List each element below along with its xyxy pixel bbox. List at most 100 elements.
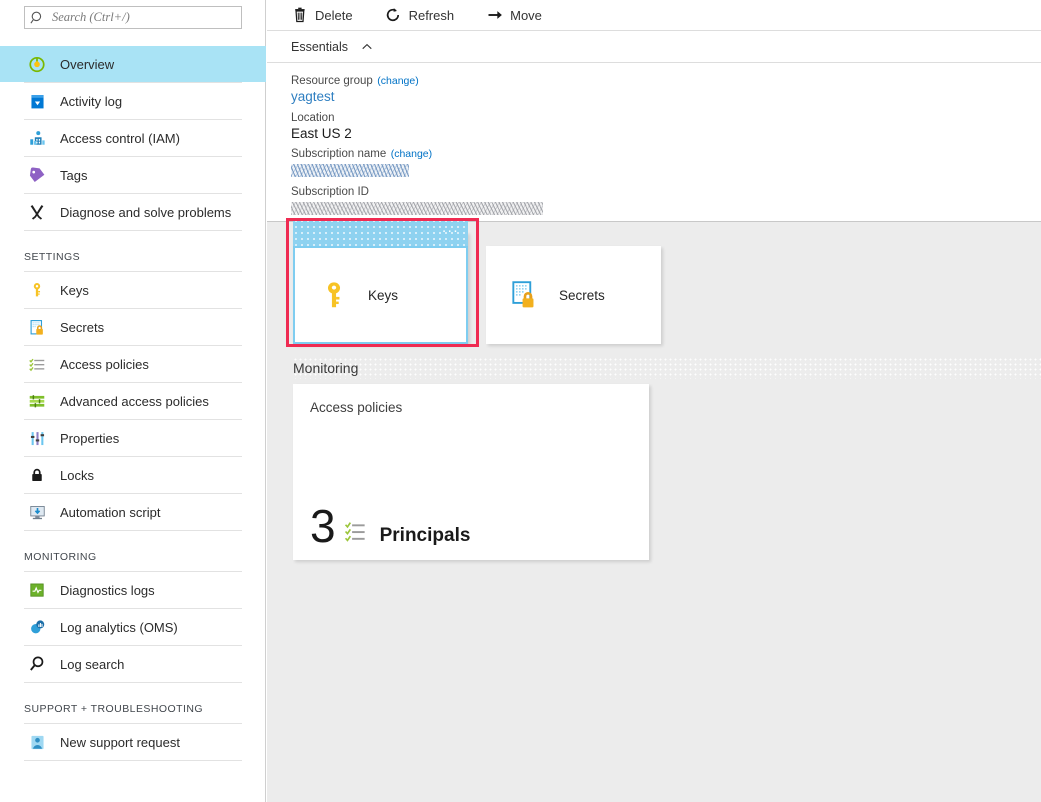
essentials-field-subscription-id: Subscription ID [291,183,1041,215]
divider [24,760,242,761]
secret-icon [26,316,48,338]
essentials-toggle[interactable]: Essentials [267,31,1041,63]
sidebar-item-tags[interactable]: Tags [0,157,266,193]
sidebar-item-label: New support request [60,735,180,750]
delete-label: Delete [315,8,353,23]
checklist-icon [344,517,372,545]
sidebar-item-automation-script[interactable]: Automation script [0,494,266,530]
tile-keys-label: Keys [368,288,398,303]
tile-access-policies[interactable]: Access policies 3 [293,384,649,560]
sidebar-item-label: Access policies [60,357,149,372]
sidebar-item-label: Advanced access policies [60,394,209,409]
refresh-label: Refresh [409,8,455,23]
sidebar-item-label: Activity log [60,94,122,109]
search-input-wrapper[interactable]: Search (Ctrl+/) [24,6,242,29]
sidebar-item-label: Properties [60,431,119,446]
sidebar-item-log-search[interactable]: Log search [0,646,266,682]
sidebar-item-locks[interactable]: Locks [0,457,266,493]
dashboard-canvas: ... Keys [267,222,1041,802]
blade-content: Delete Refresh Move [267,0,1041,802]
tile-row: ... Keys [293,232,661,344]
azure-portal-blade: Search (Ctrl+/) Overview [0,0,1041,802]
sidebar-nav: Overview Activity log [0,46,266,761]
sidebar-item-diagnose[interactable]: Diagnose and solve problems [0,194,266,230]
sidebar-item-label: Log analytics (OMS) [60,620,178,635]
tile-secrets-body[interactable]: Secrets [486,246,661,344]
refresh-button[interactable]: Refresh [385,0,469,30]
access-policies-icon [26,353,48,375]
sidebar-group-support: SUPPORT + TROUBLESHOOTING [0,683,266,723]
tile-keys-header: ... [293,218,468,246]
sidebar-item-label: Tags [60,168,87,183]
field-key: Resource group [291,75,373,87]
sidebar-item-overview[interactable]: Overview [0,46,266,82]
tile-access-policies-metric: 3 [310,507,470,546]
trash-icon [291,7,308,24]
arrow-right-icon [486,7,503,24]
sidebar-item-access-policies[interactable]: Access policies [0,346,266,382]
sidebar-item-label: Log search [60,657,124,672]
tile-keys[interactable]: ... Keys [293,232,468,344]
location-value: East US 2 [291,127,1041,141]
essentials-label: Essentials [291,40,348,54]
field-key: Subscription ID [291,186,369,198]
section-header-monitoring: Monitoring [293,357,1041,379]
sidebar-item-activity-log[interactable]: Activity log [0,83,266,119]
tile-context-menu-icon[interactable]: ... [442,218,468,232]
tile-secrets[interactable]: Secrets [486,246,661,344]
tile-access-policies-title: Access policies [293,384,649,415]
sidebar-item-label: Locks [60,468,94,483]
essentials-field-resource-group: Resource group (change) yagtest [291,72,1041,104]
move-button[interactable]: Move [486,0,556,30]
chevron-up-icon[interactable] [361,41,373,53]
automation-script-icon [26,501,48,523]
sidebar-item-properties[interactable]: Properties [0,420,266,456]
wrench-icon [26,201,48,223]
lock-icon [26,464,48,486]
delete-button[interactable]: Delete [291,0,367,30]
sidebar-item-label: Keys [60,283,89,298]
tile-secrets-label: Secrets [559,288,605,303]
subscription-id-redacted [291,202,543,215]
tile-keys-body[interactable]: Keys [293,246,468,344]
log-analytics-icon [26,616,48,638]
sidebar-item-diagnostics-logs[interactable]: Diagnostics logs [0,572,266,608]
support-request-icon [26,731,48,753]
resource-group-value[interactable]: yagtest [291,90,1041,104]
section-title: Monitoring [293,360,364,376]
principals-caption: Principals [380,526,471,545]
sidebar-item-new-support-request[interactable]: New support request [0,724,266,760]
move-label: Move [510,8,542,23]
principals-count: 3 [310,507,336,546]
sidebar-item-keys[interactable]: Keys [0,272,266,308]
diagnostics-logs-icon [26,579,48,601]
access-control-icon [26,127,48,149]
sidebar-item-label: Automation script [60,505,160,520]
search-icon [30,10,46,26]
secret-icon [508,278,542,312]
command-toolbar: Delete Refresh Move [267,0,1041,31]
sidebar-item-label: Diagnostics logs [60,583,155,598]
sidebar-item-log-analytics[interactable]: Log analytics (OMS) [0,609,266,645]
sidebar-item-label: Overview [60,57,114,72]
essentials-field-location: Location East US 2 [291,109,1041,141]
sidebar-item-label: Access control (IAM) [60,131,180,146]
search-input[interactable]: Search (Ctrl+/) [24,6,242,29]
field-key: Subscription name [291,148,386,160]
essentials-field-subscription-name: Subscription name (change) [291,145,1041,177]
sidebar-item-label: Secrets [60,320,104,335]
field-key: Location [291,112,334,124]
sidebar-item-secrets[interactable]: Secrets [0,309,266,345]
change-subscription-link[interactable]: (change) [391,148,432,160]
change-resource-group-link[interactable]: (change) [377,75,418,87]
essentials-panel: Resource group (change) yagtest Location… [267,63,1041,222]
tag-icon [26,164,48,186]
sidebar-item-label: Diagnose and solve problems [60,205,231,220]
advanced-access-policies-icon [26,390,48,412]
resource-menu-sidebar: Search (Ctrl+/) Overview [0,0,266,802]
refresh-icon [385,7,402,24]
sidebar-item-access-control[interactable]: Access control (IAM) [0,120,266,156]
key-icon [26,279,48,301]
log-search-icon [26,653,48,675]
sidebar-item-advanced-access-policies[interactable]: Advanced access policies [0,383,266,419]
